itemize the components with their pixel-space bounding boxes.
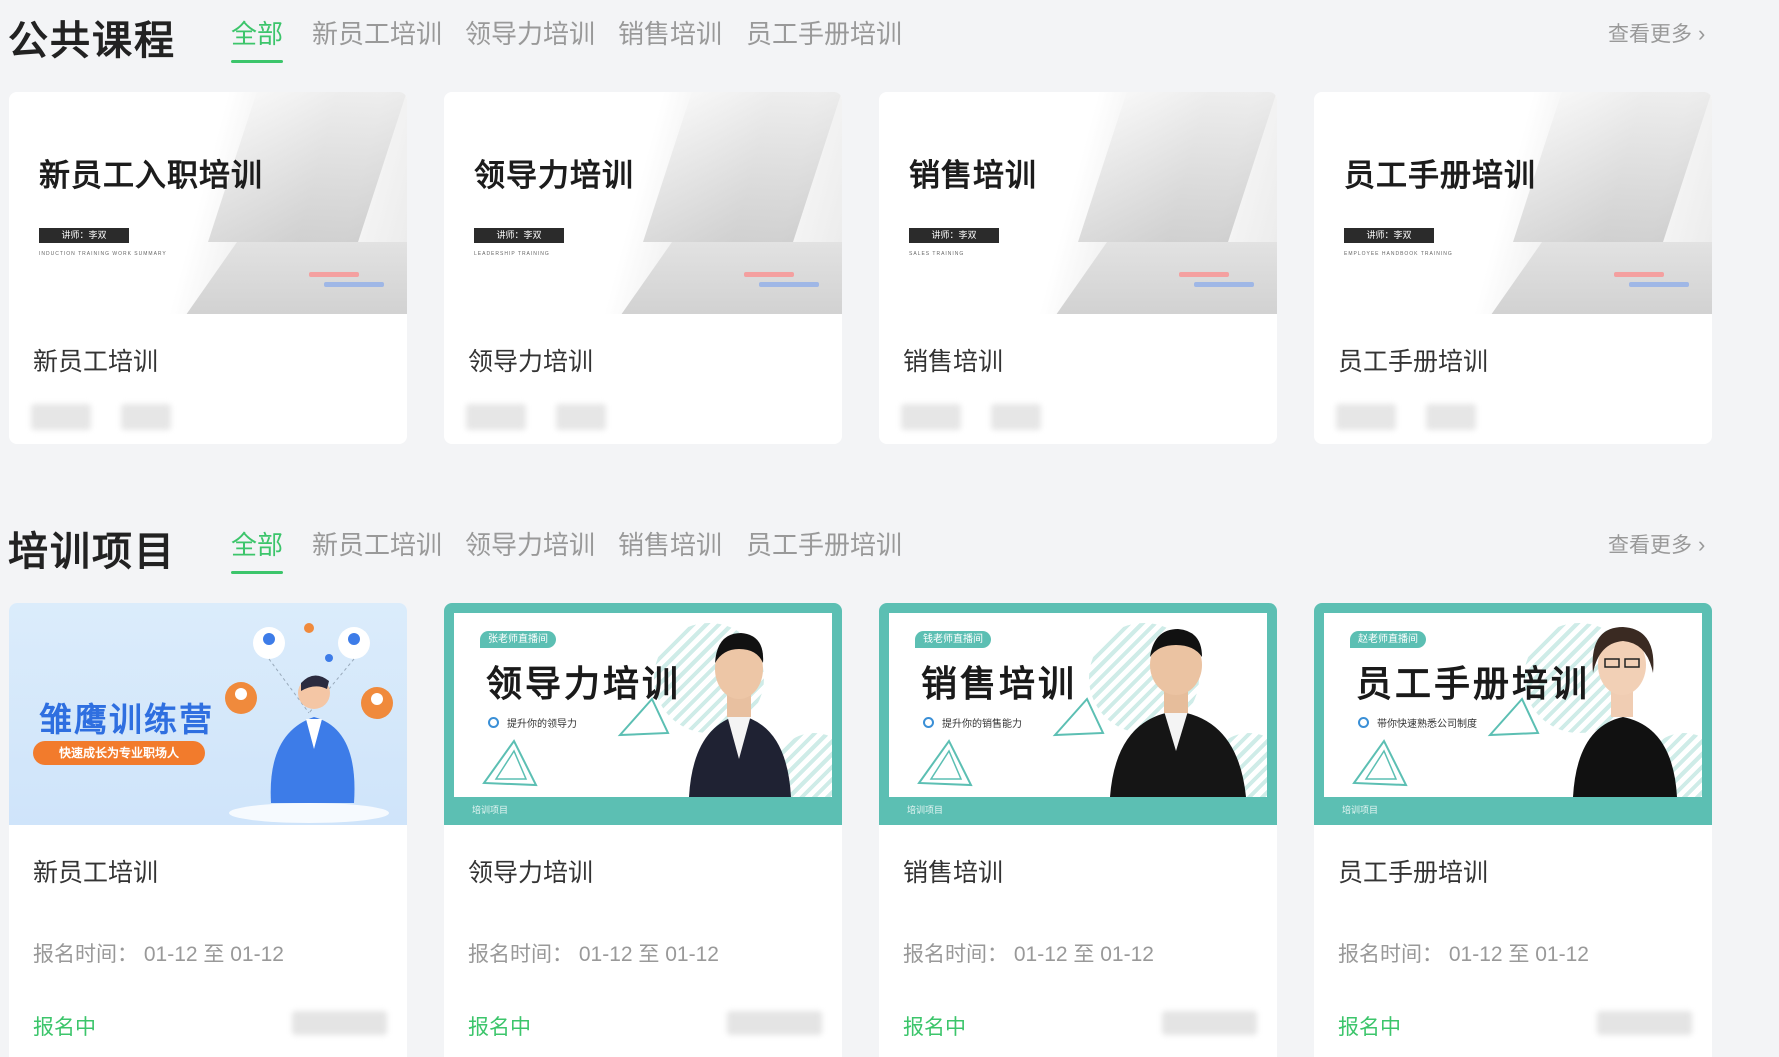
registration-range: 01-12 至 01-12 xyxy=(1013,943,1154,966)
tab-all[interactable]: 全部 xyxy=(231,525,284,574)
thumbnail-pill: 快速成长为专业职场人 xyxy=(33,741,206,765)
chevron-right-icon: › xyxy=(1698,21,1706,46)
view-more-link[interactable]: 查看更多 › xyxy=(1608,18,1705,48)
view-more-label: 查看更多 xyxy=(1608,534,1692,557)
course-thumbnail: 新员工入职培训 讲师：李双 INDUCTION TRAINING WORK SU… xyxy=(9,92,407,314)
registration-label: 报名时间： xyxy=(33,943,138,966)
registration-label: 报名时间： xyxy=(903,943,1008,966)
chevron-right-icon: › xyxy=(1698,532,1706,557)
thumbnail-title: 领导力培训 xyxy=(474,158,634,193)
training-projects-header: 培训项目 全部 新员工培训 领导力培训 销售培训 员工手册培训 查看更多 › xyxy=(0,511,1779,581)
course-title: 新员工培训 xyxy=(33,348,159,376)
tab-leadership[interactable]: 领导力培训 xyxy=(465,14,595,51)
thumbnail-subtitle: 带你快速熟悉公司制度 xyxy=(1358,715,1477,730)
thumbnail-title: 员工手册培训 xyxy=(1356,663,1591,704)
thumbnail-subtitle: EMPLOYEE HANDBOOK TRAINING xyxy=(1344,251,1453,257)
tab-new-employee[interactable]: 新员工培训 xyxy=(312,14,442,51)
project-title: 新员工培训 xyxy=(33,859,159,887)
registration-status: 报名中 xyxy=(1338,1016,1401,1039)
thumbnail-subtitle: 提升你的领导力 xyxy=(488,715,577,730)
project-thumbnail: 钱老师直播间 销售培训 提升你的销售能力 培训项目 xyxy=(879,603,1277,825)
presenter-photo-icon xyxy=(1110,629,1246,797)
triangle-deco-icon xyxy=(917,739,973,787)
thumbnail-title: 新员工入职培训 xyxy=(39,158,263,193)
course-title: 销售培训 xyxy=(903,348,1004,376)
live-room-badge: 钱老师直播间 xyxy=(915,631,991,648)
thumbnail-title: 员工手册培训 xyxy=(1344,158,1536,193)
course-title: 员工手册培训 xyxy=(1338,348,1489,376)
thumbnail-title: 销售培训 xyxy=(909,158,1037,193)
live-room-badge: 张老师直播间 xyxy=(480,631,556,648)
lecturer-tag: 讲师：李双 xyxy=(474,228,564,243)
tab-leadership[interactable]: 领导力培训 xyxy=(465,525,595,562)
blurred-action xyxy=(1162,1011,1257,1035)
blurred-action xyxy=(727,1011,822,1035)
project-thumbnail: 雏鹰训练营 快速成长为专业职场人 xyxy=(9,603,407,825)
blurred-action xyxy=(292,1011,387,1035)
tab-new-employee[interactable]: 新员工培训 xyxy=(312,525,442,562)
project-card[interactable]: 钱老师直播间 销售培训 提升你的销售能力 培训项目 销售培训 报名时间： 01-… xyxy=(879,603,1277,1057)
blurred-meta xyxy=(1336,404,1496,430)
lecturer-tag: 讲师：李双 xyxy=(39,228,129,243)
course-card[interactable]: 领导力培训 讲师：李双 LEADERSHIP TRAINING 领导力培训 xyxy=(444,92,842,444)
project-card[interactable]: 张老师直播间 领导力培训 提升你的领导力 培训项目 领导力培训 报名时间： 01… xyxy=(444,603,842,1057)
section-title: 培训项目 xyxy=(8,530,176,574)
registration-range: 01-12 至 01-12 xyxy=(1448,943,1589,966)
registration-label: 报名时间： xyxy=(468,943,573,966)
course-card[interactable]: 销售培训 讲师：李双 SALES TRAINING 销售培训 xyxy=(879,92,1277,444)
lecturer-tag: 讲师：李双 xyxy=(1344,228,1434,243)
blurred-meta xyxy=(901,404,1061,430)
registration-status: 报名中 xyxy=(903,1016,966,1039)
project-title: 领导力培训 xyxy=(468,859,594,887)
thumbnail-footer: 培训项目 xyxy=(472,805,509,815)
blurred-meta xyxy=(31,404,191,430)
thumbnail-footer: 培训项目 xyxy=(1342,805,1379,815)
registration-label: 报名时间： xyxy=(1338,943,1443,966)
course-thumbnail: 领导力培训 讲师：李双 LEADERSHIP TRAINING xyxy=(444,92,842,314)
triangle-deco-icon xyxy=(482,739,538,787)
blurred-action xyxy=(1597,1011,1692,1035)
thumbnail-title: 雏鹰训练营 xyxy=(39,701,214,738)
blurred-meta xyxy=(466,404,626,430)
registration-status: 报名中 xyxy=(468,1016,531,1039)
thumbnail-footer: 培训项目 xyxy=(907,805,944,815)
registration-time: 报名时间： 01-12 至 01-12 xyxy=(33,938,284,968)
course-thumbnail: 员工手册培训 讲师：李双 EMPLOYEE HANDBOOK TRAINING xyxy=(1314,92,1712,314)
course-card[interactable]: 新员工入职培训 讲师：李双 INDUCTION TRAINING WORK SU… xyxy=(9,92,407,444)
tab-handbook[interactable]: 员工手册培训 xyxy=(746,14,902,51)
registration-time: 报名时间： 01-12 至 01-12 xyxy=(468,938,719,968)
triangle-deco-icon xyxy=(1352,739,1408,787)
project-thumbnail: 赵老师直播间 员工手册培训 带你快速熟悉公司制度 培训项目 xyxy=(1314,603,1712,825)
lecturer-tag: 讲师：李双 xyxy=(909,228,999,243)
tab-sales[interactable]: 销售培训 xyxy=(618,525,722,562)
thumbnail-title: 销售培训 xyxy=(921,663,1078,704)
registration-status: 报名中 xyxy=(33,1016,96,1039)
thumbnail-subtitle: INDUCTION TRAINING WORK SUMMARY xyxy=(39,251,167,257)
thumbnail-subtitle: 提升你的销售能力 xyxy=(923,715,1022,730)
tab-sales[interactable]: 销售培训 xyxy=(618,14,722,51)
live-room-badge: 赵老师直播间 xyxy=(1350,631,1426,648)
course-thumbnail: 销售培训 讲师：李双 SALES TRAINING xyxy=(879,92,1277,314)
thumbnail-subtitle: LEADERSHIP TRAINING xyxy=(474,251,550,257)
project-card[interactable]: 赵老师直播间 员工手册培训 带你快速熟悉公司制度 培训项目 员工手册培训 报名时… xyxy=(1314,603,1712,1057)
view-more-link[interactable]: 查看更多 › xyxy=(1608,529,1705,559)
project-title: 员工手册培训 xyxy=(1338,859,1489,887)
thumbnail-subtitle: SALES TRAINING xyxy=(909,251,965,257)
public-courses-header: 公共课程 全部 新员工培训 领导力培训 销售培训 员工手册培训 查看更多 › xyxy=(0,0,1779,70)
registration-time: 报名时间： 01-12 至 01-12 xyxy=(903,938,1154,968)
registration-range: 01-12 至 01-12 xyxy=(578,943,719,966)
course-title: 领导力培训 xyxy=(468,348,594,376)
project-thumbnail: 张老师直播间 领导力培训 提升你的领导力 培训项目 xyxy=(444,603,842,825)
tab-handbook[interactable]: 员工手册培训 xyxy=(746,525,902,562)
section-title: 公共课程 xyxy=(8,19,176,63)
registration-range: 01-12 至 01-12 xyxy=(143,943,284,966)
project-card[interactable]: 雏鹰训练营 快速成长为专业职场人 新员工培训 报名时间： 01-12 至 01-… xyxy=(9,603,407,1057)
presenter-photo-icon xyxy=(689,633,791,797)
tab-all[interactable]: 全部 xyxy=(231,14,284,63)
registration-time: 报名时间： 01-12 至 01-12 xyxy=(1338,938,1589,968)
project-title: 销售培训 xyxy=(903,859,1004,887)
course-card[interactable]: 员工手册培训 讲师：李双 EMPLOYEE HANDBOOK TRAINING … xyxy=(1314,92,1712,444)
view-more-label: 查看更多 xyxy=(1608,23,1692,46)
thumbnail-title: 领导力培训 xyxy=(486,663,682,704)
